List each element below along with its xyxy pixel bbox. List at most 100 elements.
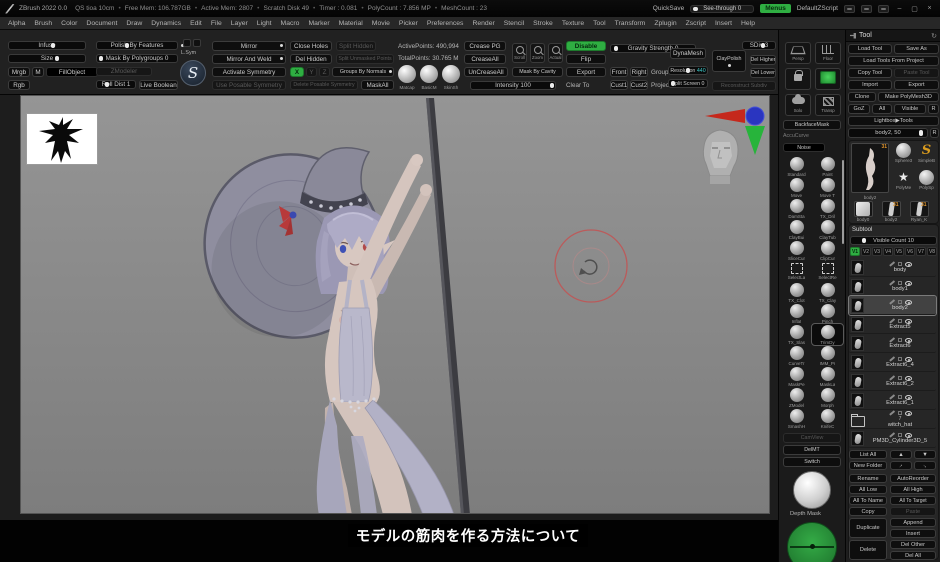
make-polymesh3d-button[interactable]: Make PolyMesh3D xyxy=(878,92,939,102)
brush-SliceCur[interactable]: SliceCur xyxy=(781,240,812,261)
visibility-eye-icon[interactable] xyxy=(904,394,912,400)
sym-mini-icon-1[interactable] xyxy=(183,39,191,47)
subtool-tab-V1[interactable]: V1 xyxy=(850,247,860,256)
menu-zplugin[interactable]: Zplugin xyxy=(654,20,676,27)
accucurve-label[interactable]: AccuCurve xyxy=(783,133,809,139)
polyframe-icon[interactable] xyxy=(897,395,902,399)
brush-IMM_Pr[interactable]: IMM_Pr xyxy=(812,345,843,366)
actual-tool-button[interactable]: Actual xyxy=(548,43,563,63)
minimize-button[interactable]: – xyxy=(895,5,904,12)
split-screen-slider[interactable]: Split Screen 0 xyxy=(668,79,708,88)
paste-subtool-button[interactable]: Paste xyxy=(890,507,936,516)
zoom-tool-button[interactable]: Zoom xyxy=(530,43,545,63)
split-hidden-button[interactable]: Split Hidden xyxy=(336,41,376,51)
document-area[interactable] xyxy=(20,95,770,514)
material-matcap-sphere[interactable] xyxy=(398,65,416,83)
menu-color[interactable]: Color xyxy=(61,20,77,27)
material-basic-sphere[interactable] xyxy=(420,65,438,83)
mrgb-button[interactable]: Mrgb xyxy=(8,67,30,77)
resolution-slider[interactable]: Resolution 440 xyxy=(668,66,708,75)
camview-button[interactable]: CamView xyxy=(783,433,841,443)
brush-TX_Dril[interactable]: TX_Dril xyxy=(812,198,843,219)
menu-picker[interactable]: Picker xyxy=(399,20,418,27)
close-button[interactable]: × xyxy=(925,5,934,12)
menu-movie[interactable]: Movie xyxy=(372,20,390,27)
polyframe-icon[interactable] xyxy=(897,262,902,266)
menu-marker[interactable]: Marker xyxy=(308,20,329,27)
paint-icon[interactable] xyxy=(888,375,895,381)
import-button[interactable]: Import xyxy=(848,80,892,90)
all-low-button[interactable]: All Low xyxy=(849,485,887,494)
sdiv-slider[interactable]: SDiv 3 xyxy=(742,41,776,50)
visible-count-handle[interactable] xyxy=(862,238,867,243)
brush-ClipCur[interactable]: ClipCur xyxy=(812,240,843,261)
activate-symmetry-button[interactable]: Activate Symmetry xyxy=(212,67,286,77)
visibility-eye-icon[interactable] xyxy=(904,337,912,343)
polyframe-icon[interactable] xyxy=(897,338,902,342)
append-button[interactable]: Append xyxy=(890,518,936,527)
brush-TrimDy[interactable]: TrimDy xyxy=(811,323,844,346)
size-handle[interactable] xyxy=(54,56,59,61)
goz-r-button[interactable]: R xyxy=(928,104,939,114)
brush-KnifeC[interactable]: KnifeC xyxy=(812,408,843,429)
split-screen-handle[interactable] xyxy=(670,81,675,86)
brush-SmashH[interactable]: SmashH xyxy=(781,408,812,429)
subtool-tab-V3[interactable]: V3 xyxy=(872,247,882,256)
uncrease-all-button[interactable]: UnCreaseAll xyxy=(464,67,508,77)
polyframe-icon[interactable] xyxy=(897,376,902,380)
rgb-button[interactable]: Rgb xyxy=(8,80,30,90)
subtool-row-body2[interactable]: body2 xyxy=(848,295,937,316)
all-to-name-button[interactable]: All To Name xyxy=(849,496,887,505)
export-tool-button[interactable]: Export xyxy=(894,80,939,90)
groups-normals-dot[interactable] xyxy=(389,70,392,73)
del-lower-button[interactable]: Del Lower xyxy=(750,68,776,78)
right-button[interactable]: Right xyxy=(630,67,648,77)
current-tool-thumbnail[interactable]: 31 xyxy=(851,143,889,193)
mirror-and-weld-button[interactable]: Mirror And Weld xyxy=(212,54,286,64)
floor-button[interactable]: Floor xyxy=(815,42,841,64)
menu-tool[interactable]: Tool xyxy=(593,20,605,27)
del-all-button[interactable]: Del All xyxy=(890,551,936,560)
close-holes-button[interactable]: Close Holes xyxy=(290,41,332,51)
switch-button[interactable]: Switch xyxy=(783,457,841,467)
zscript-button[interactable]: DefaultZScript xyxy=(797,5,838,12)
tool-recent-body0[interactable]: body0 xyxy=(851,201,875,222)
polyframe-icon[interactable] xyxy=(897,319,902,323)
disable-button[interactable]: Disable xyxy=(566,41,606,51)
fillobject-button[interactable]: FillObject xyxy=(46,67,98,77)
subtool-row-body[interactable]: body xyxy=(849,258,936,277)
brush-Standard[interactable]: Standard xyxy=(781,156,812,177)
backfacemask-button[interactable]: BackfaceMask xyxy=(783,120,841,130)
menu-light[interactable]: Light xyxy=(257,20,272,27)
copy-tool-button[interactable]: Copy Tool xyxy=(848,68,892,78)
lock-button[interactable] xyxy=(785,68,811,90)
move-out-of-folder-button[interactable]: → xyxy=(890,461,912,470)
brush-Paint[interactable]: Paint xyxy=(812,156,843,177)
pointer-icon[interactable] xyxy=(844,4,855,13)
mask-polygroups-handle[interactable] xyxy=(99,56,104,61)
visibility-eye-icon[interactable] xyxy=(904,356,912,362)
visibility-eye-icon[interactable] xyxy=(904,318,912,324)
brush-Move[interactable]: Move xyxy=(781,177,812,198)
tool-r-button[interactable]: R xyxy=(930,128,939,138)
brush-ClayTub[interactable]: ClayTub xyxy=(812,219,843,240)
paint-icon[interactable] xyxy=(888,261,895,267)
paint-icon[interactable] xyxy=(888,410,895,416)
subtool-row-body1[interactable]: body1 xyxy=(849,277,936,296)
tool-quick-Sphere3[interactable]: Sphere3 xyxy=(892,143,915,170)
see-through-handle[interactable] xyxy=(693,6,699,11)
material-preview-sphere[interactable] xyxy=(793,471,831,509)
subtool-tab-V4[interactable]: V4 xyxy=(883,247,893,256)
sym-mini-icon-2[interactable] xyxy=(193,39,201,47)
visibility-eye-icon[interactable] xyxy=(904,261,912,267)
brush-scrollbar[interactable] xyxy=(842,160,844,244)
autoreorder-button[interactable]: AutoReorder xyxy=(890,474,936,483)
paint-icon[interactable] xyxy=(888,432,895,438)
copy-subtool-button[interactable]: Copy xyxy=(849,507,887,516)
cust2-button[interactable]: Cust2 xyxy=(630,80,648,90)
load-tool-button[interactable]: Load Tool xyxy=(848,44,892,54)
paint-icon[interactable] xyxy=(888,337,895,343)
menu-insert[interactable]: Insert xyxy=(715,20,732,27)
subtool-row-Extract5[interactable]: Extract5 xyxy=(849,315,936,334)
brush-Pinch[interactable]: Pinch xyxy=(812,303,843,324)
